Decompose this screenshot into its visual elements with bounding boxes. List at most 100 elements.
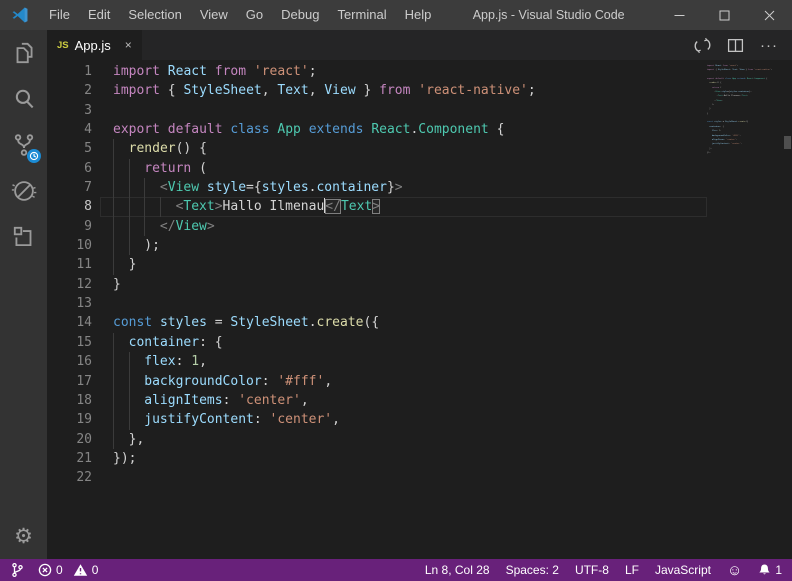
line-number[interactable]: 9 bbox=[47, 217, 100, 236]
bell-icon bbox=[758, 563, 771, 577]
line-number[interactable]: 7 bbox=[47, 178, 100, 197]
line-number[interactable]: 10 bbox=[47, 236, 100, 255]
code-line-8[interactable]: 8<Text>Hallo Ilmenau</Text> bbox=[47, 197, 707, 216]
code-line-7[interactable]: 7<View style={styles.container}> bbox=[47, 178, 707, 197]
vscode-window: FileEditSelectionViewGoDebugTerminalHelp… bbox=[0, 0, 792, 581]
line-number[interactable]: 2 bbox=[47, 81, 100, 100]
more-actions-icon[interactable]: ··· bbox=[760, 37, 778, 54]
code-line-4[interactable]: 4export default class App extends React.… bbox=[47, 120, 707, 139]
debug-icon[interactable] bbox=[0, 168, 47, 214]
line-number[interactable]: 16 bbox=[47, 352, 100, 371]
code-line-17[interactable]: 17backgroundColor: '#fff', bbox=[47, 372, 707, 391]
indent-guide bbox=[113, 391, 129, 410]
cursor-position[interactable]: Ln 8, Col 28 bbox=[425, 563, 490, 577]
line-number[interactable]: 18 bbox=[47, 391, 100, 410]
encoding-setting[interactable]: UTF-8 bbox=[575, 563, 609, 577]
problems-indicator[interactable]: 0 0 bbox=[38, 563, 98, 577]
indent-guide bbox=[129, 159, 145, 178]
tab-close-icon[interactable]: × bbox=[125, 38, 132, 52]
indent-guide bbox=[129, 178, 145, 197]
minimap[interactable]: import React from 'react';import { Style… bbox=[707, 64, 783, 160]
code-line-15[interactable]: 15container: { bbox=[47, 333, 707, 352]
line-number[interactable]: 17 bbox=[47, 372, 100, 391]
code-editor[interactable]: 1import React from 'react';2import { Sty… bbox=[47, 60, 792, 559]
code-line-21[interactable]: 21}); bbox=[47, 449, 707, 468]
code-lines: 1import React from 'react';2import { Sty… bbox=[47, 60, 707, 488]
eol-setting[interactable]: LF bbox=[625, 563, 639, 577]
line-number[interactable]: 19 bbox=[47, 410, 100, 429]
code-line-1[interactable]: 1import React from 'react'; bbox=[47, 62, 707, 81]
title-bar: FileEditSelectionViewGoDebugTerminalHelp… bbox=[0, 0, 792, 30]
menu-view[interactable]: View bbox=[191, 0, 237, 30]
indent-guide bbox=[129, 197, 145, 216]
indent-guide bbox=[113, 333, 129, 352]
split-editor-icon[interactable] bbox=[727, 37, 744, 54]
indent-guide bbox=[113, 236, 129, 255]
indent-guide bbox=[113, 178, 129, 197]
language-mode[interactable]: JavaScript bbox=[655, 563, 711, 577]
feedback-smiley-icon[interactable]: ☺ bbox=[727, 563, 742, 578]
close-button[interactable] bbox=[747, 0, 792, 30]
code-line-20[interactable]: 20}, bbox=[47, 430, 707, 449]
line-content: } bbox=[100, 275, 707, 294]
code-line-9[interactable]: 9</View> bbox=[47, 217, 707, 236]
tab-label: App.js bbox=[75, 38, 111, 53]
line-number[interactable]: 20 bbox=[47, 430, 100, 449]
git-branch-indicator[interactable] bbox=[10, 562, 24, 578]
code-line-13[interactable]: 13 bbox=[47, 294, 707, 313]
open-changes-icon[interactable] bbox=[694, 37, 711, 54]
indentation-setting[interactable]: Spaces: 2 bbox=[506, 563, 559, 577]
menu-terminal[interactable]: Terminal bbox=[328, 0, 395, 30]
maximize-button[interactable] bbox=[702, 0, 747, 30]
code-line-22[interactable]: 22 bbox=[47, 468, 707, 487]
menu-go[interactable]: Go bbox=[237, 0, 272, 30]
menu-file[interactable]: File bbox=[40, 0, 79, 30]
settings-gear-icon[interactable]: ⚙ bbox=[0, 513, 47, 559]
extensions-icon[interactable] bbox=[0, 214, 47, 260]
search-icon[interactable] bbox=[0, 76, 47, 122]
code-line-10[interactable]: 10); bbox=[47, 236, 707, 255]
code-line-12[interactable]: 12} bbox=[47, 275, 707, 294]
menu-selection[interactable]: Selection bbox=[119, 0, 190, 30]
vscode-logo-icon bbox=[0, 6, 40, 24]
line-number[interactable]: 11 bbox=[47, 255, 100, 274]
line-number[interactable]: 13 bbox=[47, 294, 100, 313]
code-line-3[interactable]: 3 bbox=[47, 101, 707, 120]
line-number[interactable]: 1 bbox=[47, 62, 100, 81]
line-number[interactable]: 22 bbox=[47, 468, 100, 487]
source-control-icon[interactable] bbox=[0, 122, 47, 168]
line-number[interactable]: 6 bbox=[47, 159, 100, 178]
line-number[interactable]: 21 bbox=[47, 449, 100, 468]
code-line-18[interactable]: 18alignItems: 'center', bbox=[47, 391, 707, 410]
line-number[interactable]: 14 bbox=[47, 313, 100, 332]
javascript-file-icon: JS bbox=[57, 40, 69, 51]
line-number[interactable]: 8 bbox=[47, 197, 100, 216]
indent-guide bbox=[144, 197, 160, 216]
code-line-16[interactable]: 16flex: 1, bbox=[47, 352, 707, 371]
indent-guide bbox=[160, 197, 176, 216]
notifications-bell[interactable]: 1 bbox=[758, 563, 782, 577]
minimize-button[interactable] bbox=[657, 0, 702, 30]
code-line-11[interactable]: 11} bbox=[47, 255, 707, 274]
minimap-line: import { StyleSheet, Text, View } from '… bbox=[707, 68, 783, 72]
menu-help[interactable]: Help bbox=[396, 0, 441, 30]
code-line-6[interactable]: 6return ( bbox=[47, 159, 707, 178]
code-line-19[interactable]: 19justifyContent: 'center', bbox=[47, 410, 707, 429]
line-content: <View style={styles.container}> bbox=[100, 178, 707, 197]
line-content: flex: 1, bbox=[100, 352, 707, 371]
code-line-14[interactable]: 14const styles = StyleSheet.create({ bbox=[47, 313, 707, 332]
tab-appjs[interactable]: JS App.js × bbox=[47, 30, 142, 60]
code-line-2[interactable]: 2import { StyleSheet, Text, View } from … bbox=[47, 81, 707, 100]
line-number[interactable]: 15 bbox=[47, 333, 100, 352]
line-number[interactable]: 4 bbox=[47, 120, 100, 139]
menu-debug[interactable]: Debug bbox=[272, 0, 328, 30]
line-number[interactable]: 12 bbox=[47, 275, 100, 294]
code-line-5[interactable]: 5render() { bbox=[47, 139, 707, 158]
menu-edit[interactable]: Edit bbox=[79, 0, 119, 30]
line-number[interactable]: 5 bbox=[47, 139, 100, 158]
line-number[interactable]: 3 bbox=[47, 101, 100, 120]
activity-bar: ⚙ bbox=[0, 30, 47, 559]
indent-guide bbox=[129, 236, 145, 255]
explorer-icon[interactable] bbox=[0, 30, 47, 76]
warnings-icon bbox=[73, 563, 88, 577]
